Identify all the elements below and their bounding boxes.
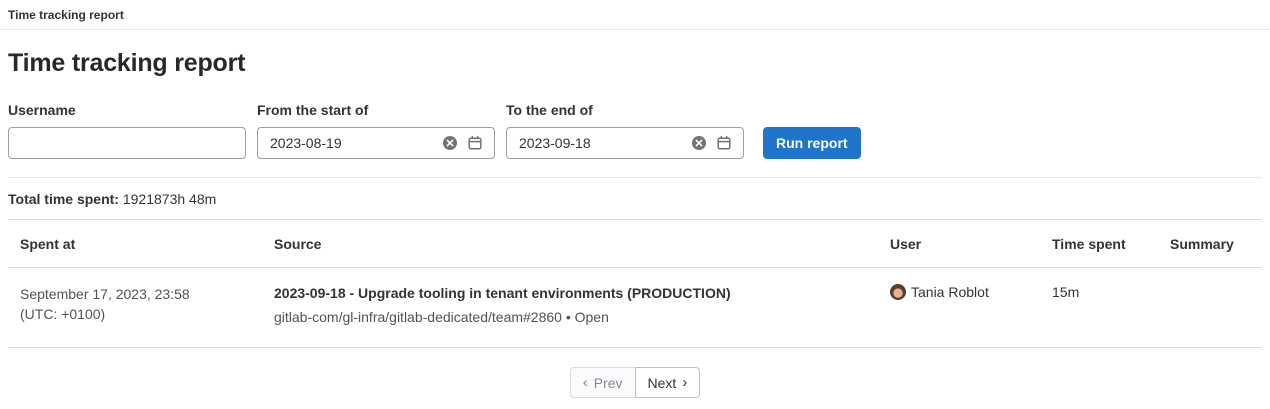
username-label: Username	[8, 102, 246, 118]
to-date-label: To the end of	[506, 102, 744, 118]
user-cell: Tania Roblot	[878, 268, 1040, 348]
to-date-clear-icon[interactable]	[690, 134, 708, 152]
column-header-source: Source	[262, 220, 878, 268]
to-date-calendar-icon[interactable]	[715, 134, 733, 152]
source-cell: 2023-09-18 - Upgrade tooling in tenant e…	[262, 268, 878, 348]
to-date-field-group: To the end of	[506, 102, 744, 159]
calendar-icon	[716, 135, 732, 151]
spent-at-cell: September 17, 2023, 23:58 (UTC: +0100)	[8, 268, 262, 348]
username-input[interactable]	[8, 127, 246, 159]
next-page-button[interactable]: Next ›	[635, 367, 701, 398]
calendar-icon	[467, 135, 483, 151]
run-report-button[interactable]: Run report	[763, 127, 861, 159]
from-date-calendar-icon[interactable]	[466, 134, 484, 152]
table-row: September 17, 2023, 23:58 (UTC: +0100) 2…	[8, 268, 1262, 348]
time-tracking-report-page: Time tracking report Time tracking repor…	[0, 0, 1270, 398]
clear-x-circle-icon	[442, 135, 458, 151]
from-date-label: From the start of	[257, 102, 495, 118]
column-header-spent-at: Spent at	[8, 220, 262, 268]
chevron-left-icon: ‹	[583, 374, 588, 391]
pagination: ‹ Prev Next ›	[0, 367, 1270, 398]
from-date-clear-icon[interactable]	[441, 134, 459, 152]
column-header-summary: Summary	[1158, 220, 1262, 268]
breadcrumb: Time tracking report	[0, 0, 1270, 30]
report-filter-form: Username From the start of	[8, 102, 1262, 159]
to-date-input[interactable]	[506, 127, 744, 159]
total-time-spent: Total time spent: 1921873h 48m	[0, 178, 1270, 219]
clear-x-circle-icon	[691, 135, 707, 151]
total-time-spent-value: 1921873h 48m	[123, 191, 216, 207]
spent-at-timezone: (UTC: +0100)	[20, 304, 250, 324]
time-spent-cell: 15m	[1040, 268, 1158, 348]
column-header-time-spent: Time spent	[1040, 220, 1158, 268]
next-page-label: Next	[648, 375, 677, 391]
prev-page-label: Prev	[594, 375, 623, 391]
source-issue-reference: gitlab-com/gl-infra/gitlab-dedicated/tea…	[274, 308, 866, 328]
total-time-spent-label: Total time spent:	[8, 191, 119, 207]
page-title: Time tracking report	[8, 49, 1262, 78]
avatar	[890, 284, 906, 300]
from-date-field-group: From the start of	[257, 102, 495, 159]
prev-page-button[interactable]: ‹ Prev	[570, 367, 635, 398]
time-tracking-table: Spent at Source User Time spent Summary …	[8, 219, 1262, 348]
column-header-user: User	[878, 220, 1040, 268]
spent-at-date: September 17, 2023, 23:58	[20, 284, 250, 304]
user-name: Tania Roblot	[911, 284, 989, 300]
summary-cell	[1158, 268, 1262, 348]
source-issue-link[interactable]: 2023-09-18 - Upgrade tooling in tenant e…	[274, 284, 866, 304]
breadcrumb-item-time-tracking-report[interactable]: Time tracking report	[8, 8, 124, 22]
table-header-row: Spent at Source User Time spent Summary	[8, 220, 1262, 268]
from-date-input[interactable]	[257, 127, 495, 159]
chevron-right-icon: ›	[682, 374, 687, 391]
username-field-group: Username	[8, 102, 246, 159]
